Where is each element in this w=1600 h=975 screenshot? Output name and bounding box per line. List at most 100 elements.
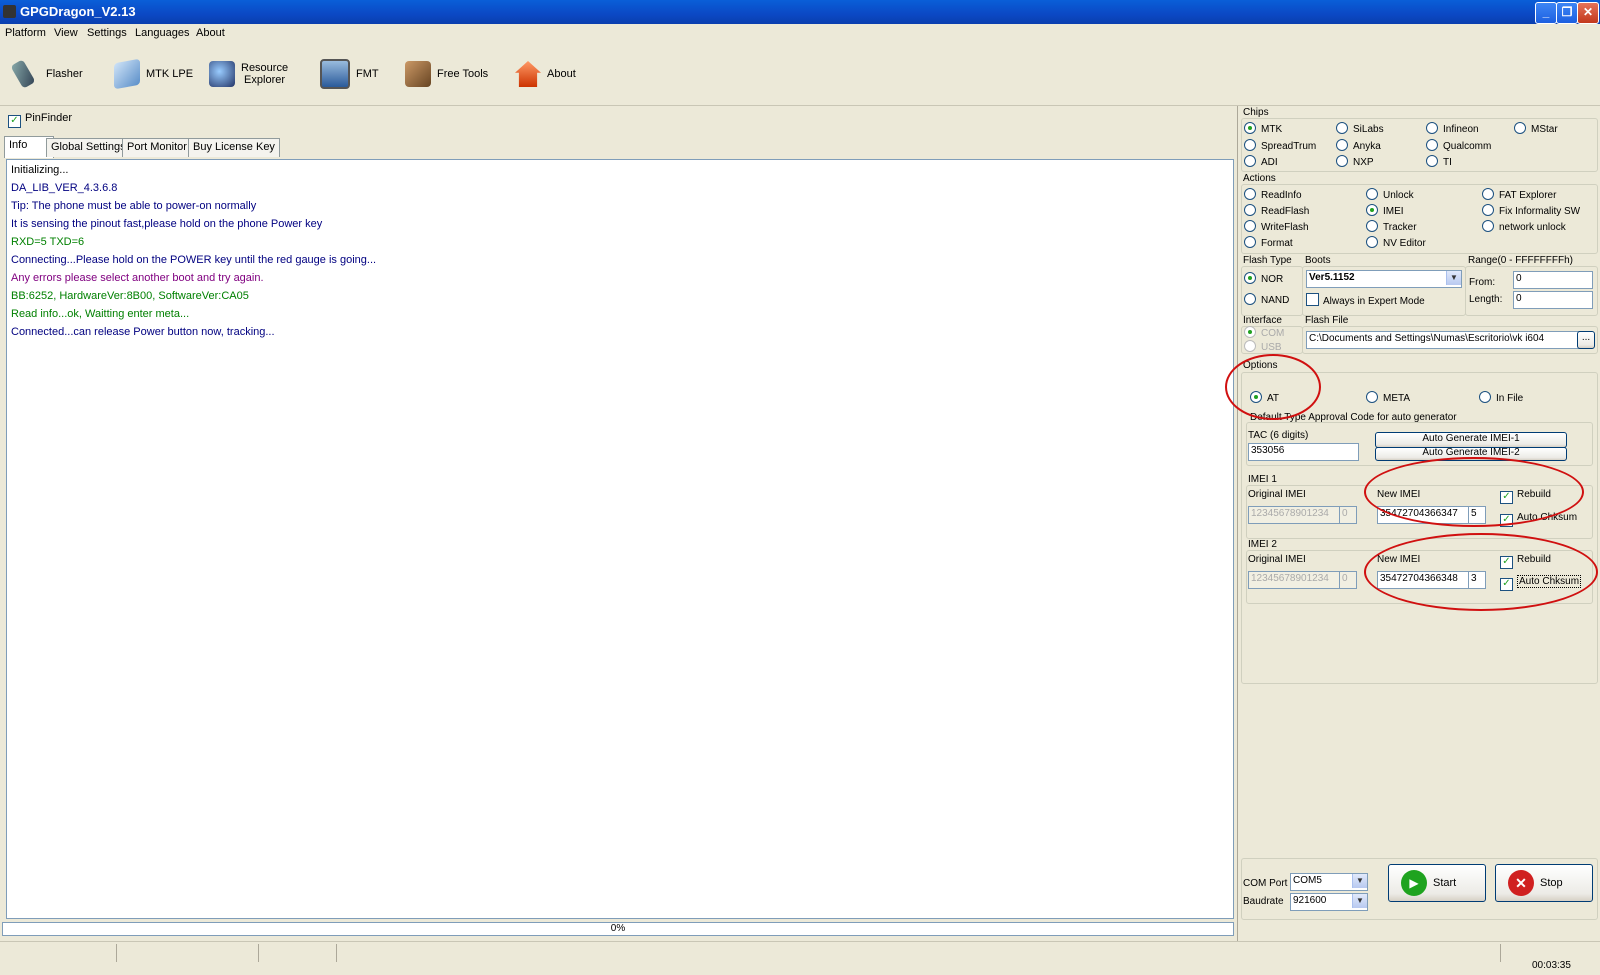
flasher-button[interactable]: Flasher bbox=[10, 54, 83, 94]
flash-file-browse-button[interactable]: ... bbox=[1577, 331, 1595, 349]
close-button[interactable]: ✕ bbox=[1577, 2, 1599, 24]
action-format[interactable]: Format bbox=[1244, 236, 1293, 249]
interface-usb[interactable]: USB bbox=[1244, 340, 1282, 353]
range-length-label: Length: bbox=[1469, 294, 1503, 305]
chip-ti-label: TI bbox=[1443, 157, 1452, 168]
chip-silabs[interactable]: SiLabs bbox=[1336, 122, 1384, 135]
chip-qualcomm[interactable]: Qualcomm bbox=[1426, 139, 1491, 152]
toolbar: Flasher MTK LPE Resource Explorer FMT Fr… bbox=[0, 44, 1600, 106]
chevron-down-icon: ▼ bbox=[1352, 874, 1367, 888]
option-in-file-label: In File bbox=[1496, 393, 1524, 404]
baudrate-select[interactable]: 921600 ▼ bbox=[1290, 893, 1368, 911]
chevron-down-icon: ▼ bbox=[1446, 271, 1461, 285]
option-meta[interactable]: META bbox=[1366, 391, 1410, 404]
resource-explorer-label-1: Resource bbox=[241, 62, 289, 74]
action-fat-explorer[interactable]: FAT Explorer bbox=[1482, 188, 1556, 201]
action-fix-informality-sw[interactable]: Fix Informality SW bbox=[1482, 204, 1580, 217]
annotation-circle bbox=[1225, 354, 1321, 420]
action-readflash[interactable]: ReadFlash bbox=[1244, 204, 1309, 217]
chip-adi-label: ADI bbox=[1261, 157, 1278, 168]
status-bar: 00:03:35 bbox=[0, 941, 1600, 975]
chevron-down-icon: ▼ bbox=[1352, 894, 1367, 908]
stop-button[interactable]: ✕ Stop bbox=[1495, 864, 1593, 902]
interface-com[interactable]: COM bbox=[1244, 326, 1284, 339]
action-imei-label: IMEI bbox=[1383, 206, 1404, 217]
globe-gear-icon bbox=[209, 61, 235, 87]
com-port-value: COM5 bbox=[1293, 875, 1322, 886]
menu-about[interactable]: About bbox=[196, 27, 225, 39]
window-title: GPGDragon_V2.13 bbox=[20, 4, 136, 19]
tab-port-monitor[interactable]: Port Monitor bbox=[122, 138, 192, 157]
action-unlock[interactable]: Unlock bbox=[1366, 188, 1414, 201]
chip-nxp[interactable]: NXP bbox=[1336, 155, 1374, 168]
flash-file-input[interactable]: C:\Documents and Settings\Numas\Escritor… bbox=[1306, 331, 1580, 349]
flash-type-nand[interactable]: NAND bbox=[1244, 293, 1289, 306]
about-label: About bbox=[547, 68, 576, 80]
chip-mstar[interactable]: MStar bbox=[1514, 122, 1558, 135]
boots-select[interactable]: Ver5.1152 ▼ bbox=[1306, 270, 1462, 288]
log-panel: Initializing... DA_LIB_VER_4.3.6.8 Tip: … bbox=[6, 159, 1234, 919]
fmt-button[interactable]: FMT bbox=[320, 54, 379, 94]
action-writeflash[interactable]: WriteFlash bbox=[1244, 220, 1309, 233]
menu-settings[interactable]: Settings bbox=[87, 27, 127, 39]
check-icon: ✓ bbox=[8, 115, 21, 128]
action-format-label: Format bbox=[1261, 238, 1293, 249]
menu-view[interactable]: View bbox=[54, 27, 78, 39]
log-line: It is sensing the pinout fast,please hol… bbox=[11, 218, 323, 230]
chip-nxp-label: NXP bbox=[1353, 157, 1374, 168]
baudrate-label: Baudrate bbox=[1243, 896, 1284, 907]
chip-mstar-label: MStar bbox=[1531, 124, 1558, 135]
imei2-title: IMEI 2 bbox=[1248, 539, 1277, 550]
action-nv-editor[interactable]: NV Editor bbox=[1366, 236, 1426, 249]
chip-anyka[interactable]: Anyka bbox=[1336, 139, 1381, 152]
chips-title: Chips bbox=[1243, 107, 1269, 118]
option-in-file[interactable]: In File bbox=[1479, 391, 1523, 404]
tac-input[interactable]: 353056 bbox=[1248, 443, 1359, 461]
imei1-original-input[interactable]: 12345678901234 bbox=[1248, 506, 1340, 524]
tab-global-settings[interactable]: Global Settings bbox=[46, 138, 131, 157]
mtk-lpe-button[interactable]: MTK LPE bbox=[114, 54, 193, 94]
imei1-original-label: Original IMEI bbox=[1248, 489, 1306, 500]
about-button[interactable]: About bbox=[515, 54, 576, 94]
chip-adi[interactable]: ADI bbox=[1244, 155, 1278, 168]
free-tools-button[interactable]: Free Tools bbox=[405, 54, 488, 94]
chip-ti[interactable]: TI bbox=[1426, 155, 1452, 168]
mtk-lpe-label: MTK LPE bbox=[146, 68, 194, 80]
menu-languages[interactable]: Languages bbox=[135, 27, 189, 39]
right-panel: Chips MTK SiLabs Infineon MStar SpreadTr… bbox=[1225, 106, 1600, 941]
imei2-original-input[interactable]: 12345678901234 bbox=[1248, 571, 1340, 589]
flasher-label: Flasher bbox=[46, 68, 83, 80]
action-fat-explorer-label: FAT Explorer bbox=[1499, 190, 1557, 201]
chip-mtk[interactable]: MTK bbox=[1244, 122, 1282, 135]
tab-buy-license-key[interactable]: Buy License Key bbox=[188, 138, 280, 157]
range-from-input[interactable]: 0 bbox=[1513, 271, 1593, 289]
monitor-icon bbox=[320, 59, 350, 89]
actions-title: Actions bbox=[1243, 173, 1276, 184]
chip-spreadtrum[interactable]: SpreadTrum bbox=[1244, 139, 1316, 152]
imei2-original-check-input[interactable]: 0 bbox=[1339, 571, 1357, 589]
log-line: DA_LIB_VER_4.3.6.8 bbox=[11, 182, 118, 194]
chip-infineon[interactable]: Infineon bbox=[1426, 122, 1479, 135]
auto-generate-imei1-button[interactable]: Auto Generate IMEI-1 bbox=[1375, 432, 1567, 448]
pinfinder-checkbox[interactable]: ✓ PinFinder bbox=[8, 112, 72, 128]
maximize-button[interactable]: ❐ bbox=[1556, 2, 1578, 24]
action-network-unlock[interactable]: network unlock bbox=[1482, 220, 1566, 233]
com-port-select[interactable]: COM5 ▼ bbox=[1290, 873, 1368, 891]
minimize-button[interactable]: _ bbox=[1535, 2, 1557, 24]
resource-explorer-button[interactable]: Resource Explorer bbox=[209, 54, 288, 94]
menu-bar: Platform View Settings Languages About bbox=[0, 24, 1600, 44]
action-readinfo[interactable]: ReadInfo bbox=[1244, 188, 1302, 201]
start-button[interactable]: ▶ Start bbox=[1388, 864, 1486, 902]
expert-mode-checkbox[interactable]: Always in Expert Mode bbox=[1306, 293, 1425, 307]
tac-label: TAC (6 digits) bbox=[1248, 430, 1309, 441]
imei1-original-check-input[interactable]: 0 bbox=[1339, 506, 1357, 524]
phone-icon bbox=[10, 59, 36, 89]
action-imei[interactable]: IMEI bbox=[1366, 204, 1404, 217]
range-length-input[interactable]: 0 bbox=[1513, 291, 1593, 309]
range-from-label: From: bbox=[1469, 277, 1496, 288]
flash-type-nor[interactable]: NOR bbox=[1244, 272, 1283, 285]
play-icon: ▶ bbox=[1401, 870, 1427, 896]
action-tracker[interactable]: Tracker bbox=[1366, 220, 1417, 233]
menu-platform[interactable]: Platform bbox=[5, 27, 46, 39]
chip-infineon-label: Infineon bbox=[1443, 124, 1479, 135]
